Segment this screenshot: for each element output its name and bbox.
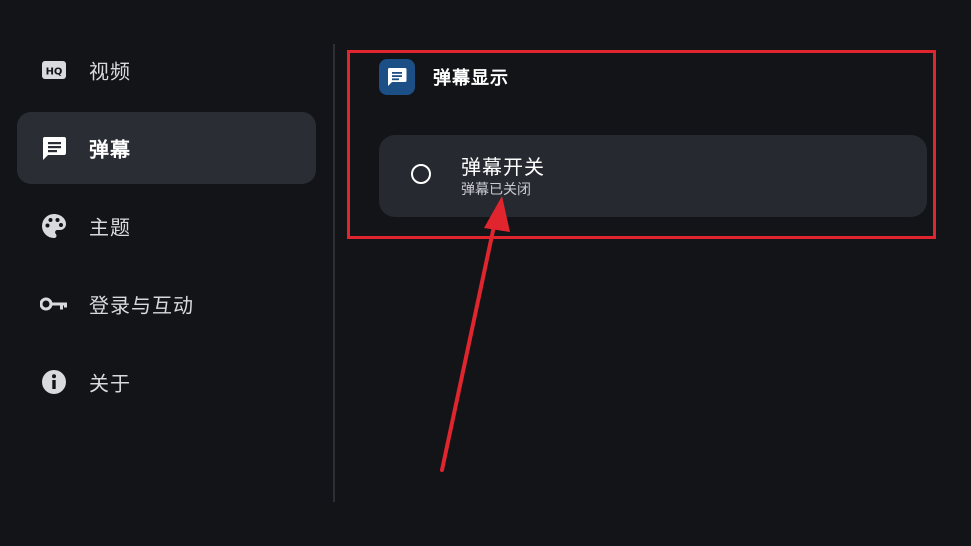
sidebar-divider [333, 44, 335, 502]
section-title: 弹幕显示 [433, 68, 509, 89]
hq-video-icon: HQ [40, 56, 68, 84]
sidebar-item-video[interactable]: HQ 视频 [17, 34, 316, 106]
sidebar-item-label: 登录与互动 [89, 293, 194, 318]
key-icon [40, 290, 68, 318]
toggle-status-text: 弹幕已关闭 [461, 182, 531, 198]
danmaku-comment-icon [40, 134, 68, 162]
sidebar-item-login[interactable]: 登录与互动 [17, 268, 316, 340]
sidebar-item-about[interactable]: 关于 [17, 346, 316, 418]
info-icon [40, 368, 68, 396]
palette-icon [40, 212, 68, 240]
comment-icon [379, 59, 415, 95]
sidebar-item-label: 弹幕 [89, 137, 131, 162]
sidebar-item-danmaku[interactable]: 弹幕 [17, 112, 316, 184]
sidebar-item-label: 主题 [89, 215, 131, 240]
sidebar-item-label: 关于 [89, 371, 131, 396]
toggle-radio-button[interactable] [411, 164, 431, 184]
toggle-title: 弹幕开关 [461, 155, 545, 179]
sidebar-item-label: 视频 [89, 59, 131, 84]
settings-screen: HQ 视频 弹幕 主题 登录与互动 关于 弹幕显示 弹幕开关 弹幕已关闭 [0, 0, 971, 546]
section-header: 弹幕显示 [379, 58, 509, 96]
sidebar-item-theme[interactable]: 主题 [17, 190, 316, 262]
sidebar: HQ 视频 弹幕 主题 登录与互动 关于 [0, 0, 333, 546]
danmaku-toggle-card[interactable]: 弹幕开关 弹幕已关闭 [379, 135, 927, 217]
svg-text:HQ: HQ [46, 67, 63, 78]
